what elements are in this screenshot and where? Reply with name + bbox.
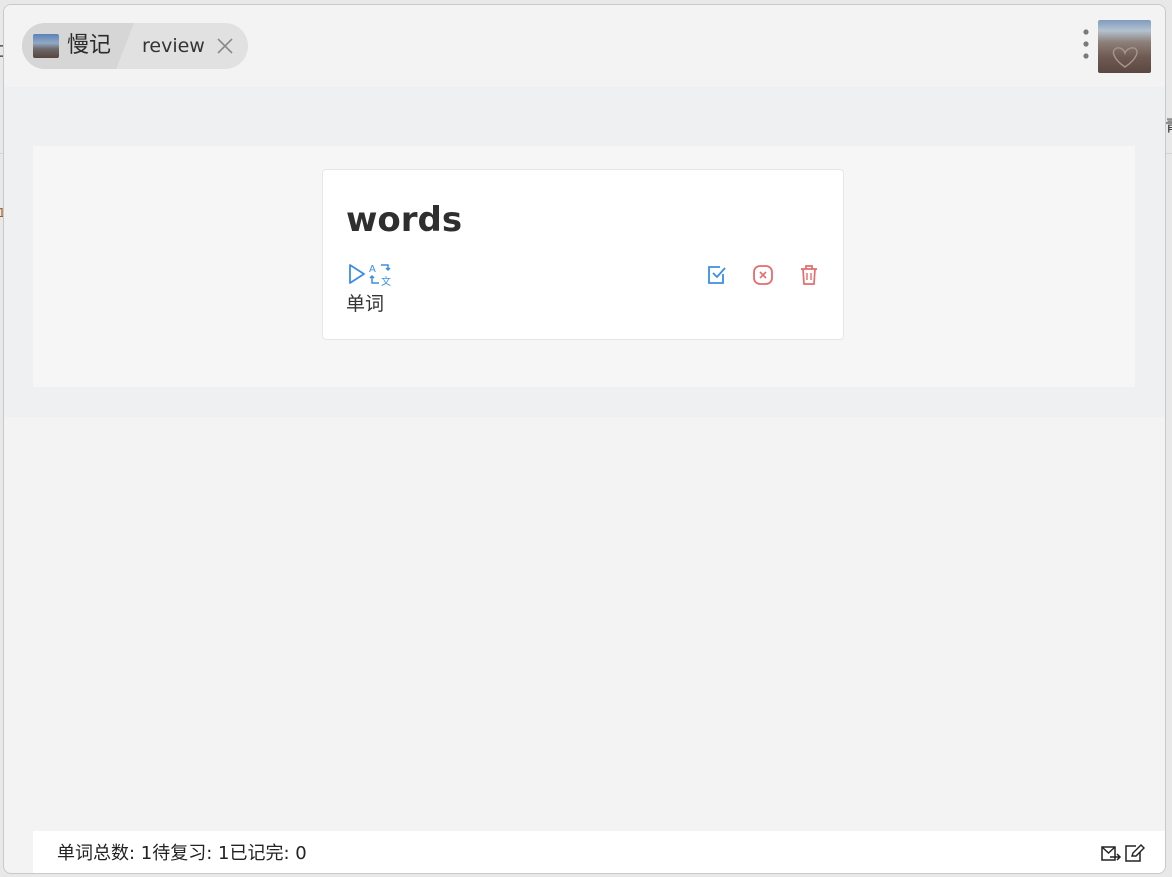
review-window: 慢记 review words A 文 单词 单词总数: 1待复习: 1已记完:… (3, 4, 1166, 874)
breadcrumb-page: review (142, 35, 205, 57)
export-icon[interactable] (1100, 843, 1122, 863)
breadcrumb: 慢记 review (22, 23, 248, 69)
total-words-count: 1 (140, 843, 153, 864)
word-card: words A 文 单词 (322, 169, 844, 340)
close-icon[interactable] (216, 37, 234, 55)
app-name: 慢记 (67, 33, 112, 58)
word-meaning: 单词 (346, 293, 385, 315)
word-statistics: 单词总数: 1待复习: 1已记完: 0 (57, 842, 307, 866)
heart-sand-image (1112, 47, 1138, 68)
remembered-count: 0 (295, 843, 307, 864)
svg-text:A: A (369, 264, 376, 275)
circle-x-icon[interactable] (752, 264, 774, 286)
title-bar: 慢记 review (4, 5, 1165, 87)
avatar[interactable] (1098, 20, 1151, 73)
status-bar: 单词总数: 1待复习: 1已记完: 0 (33, 831, 1165, 873)
checkbox-check-icon[interactable] (706, 264, 728, 286)
play-icon[interactable] (347, 262, 367, 286)
review-panel: words A 文 单词 (33, 146, 1135, 387)
background-divider (1166, 153, 1172, 154)
total-words-label: 单词总数: (57, 843, 141, 864)
edit-icon[interactable] (1124, 843, 1146, 863)
remembered-label: 已记完: (229, 843, 296, 864)
more-vertical-icon[interactable] (1080, 27, 1092, 61)
word-text: words (346, 200, 463, 240)
pending-review-label: 待复习: (152, 843, 219, 864)
translate-icon[interactable]: A 文 (368, 261, 394, 287)
trash-icon[interactable] (799, 264, 819, 286)
background-text-fragment: 青 (1165, 112, 1172, 136)
svg-text:文: 文 (381, 275, 391, 287)
app-logo-image (33, 34, 59, 58)
pending-review-count: 1 (218, 843, 230, 864)
breadcrumb-app[interactable]: 慢记 (22, 23, 134, 69)
